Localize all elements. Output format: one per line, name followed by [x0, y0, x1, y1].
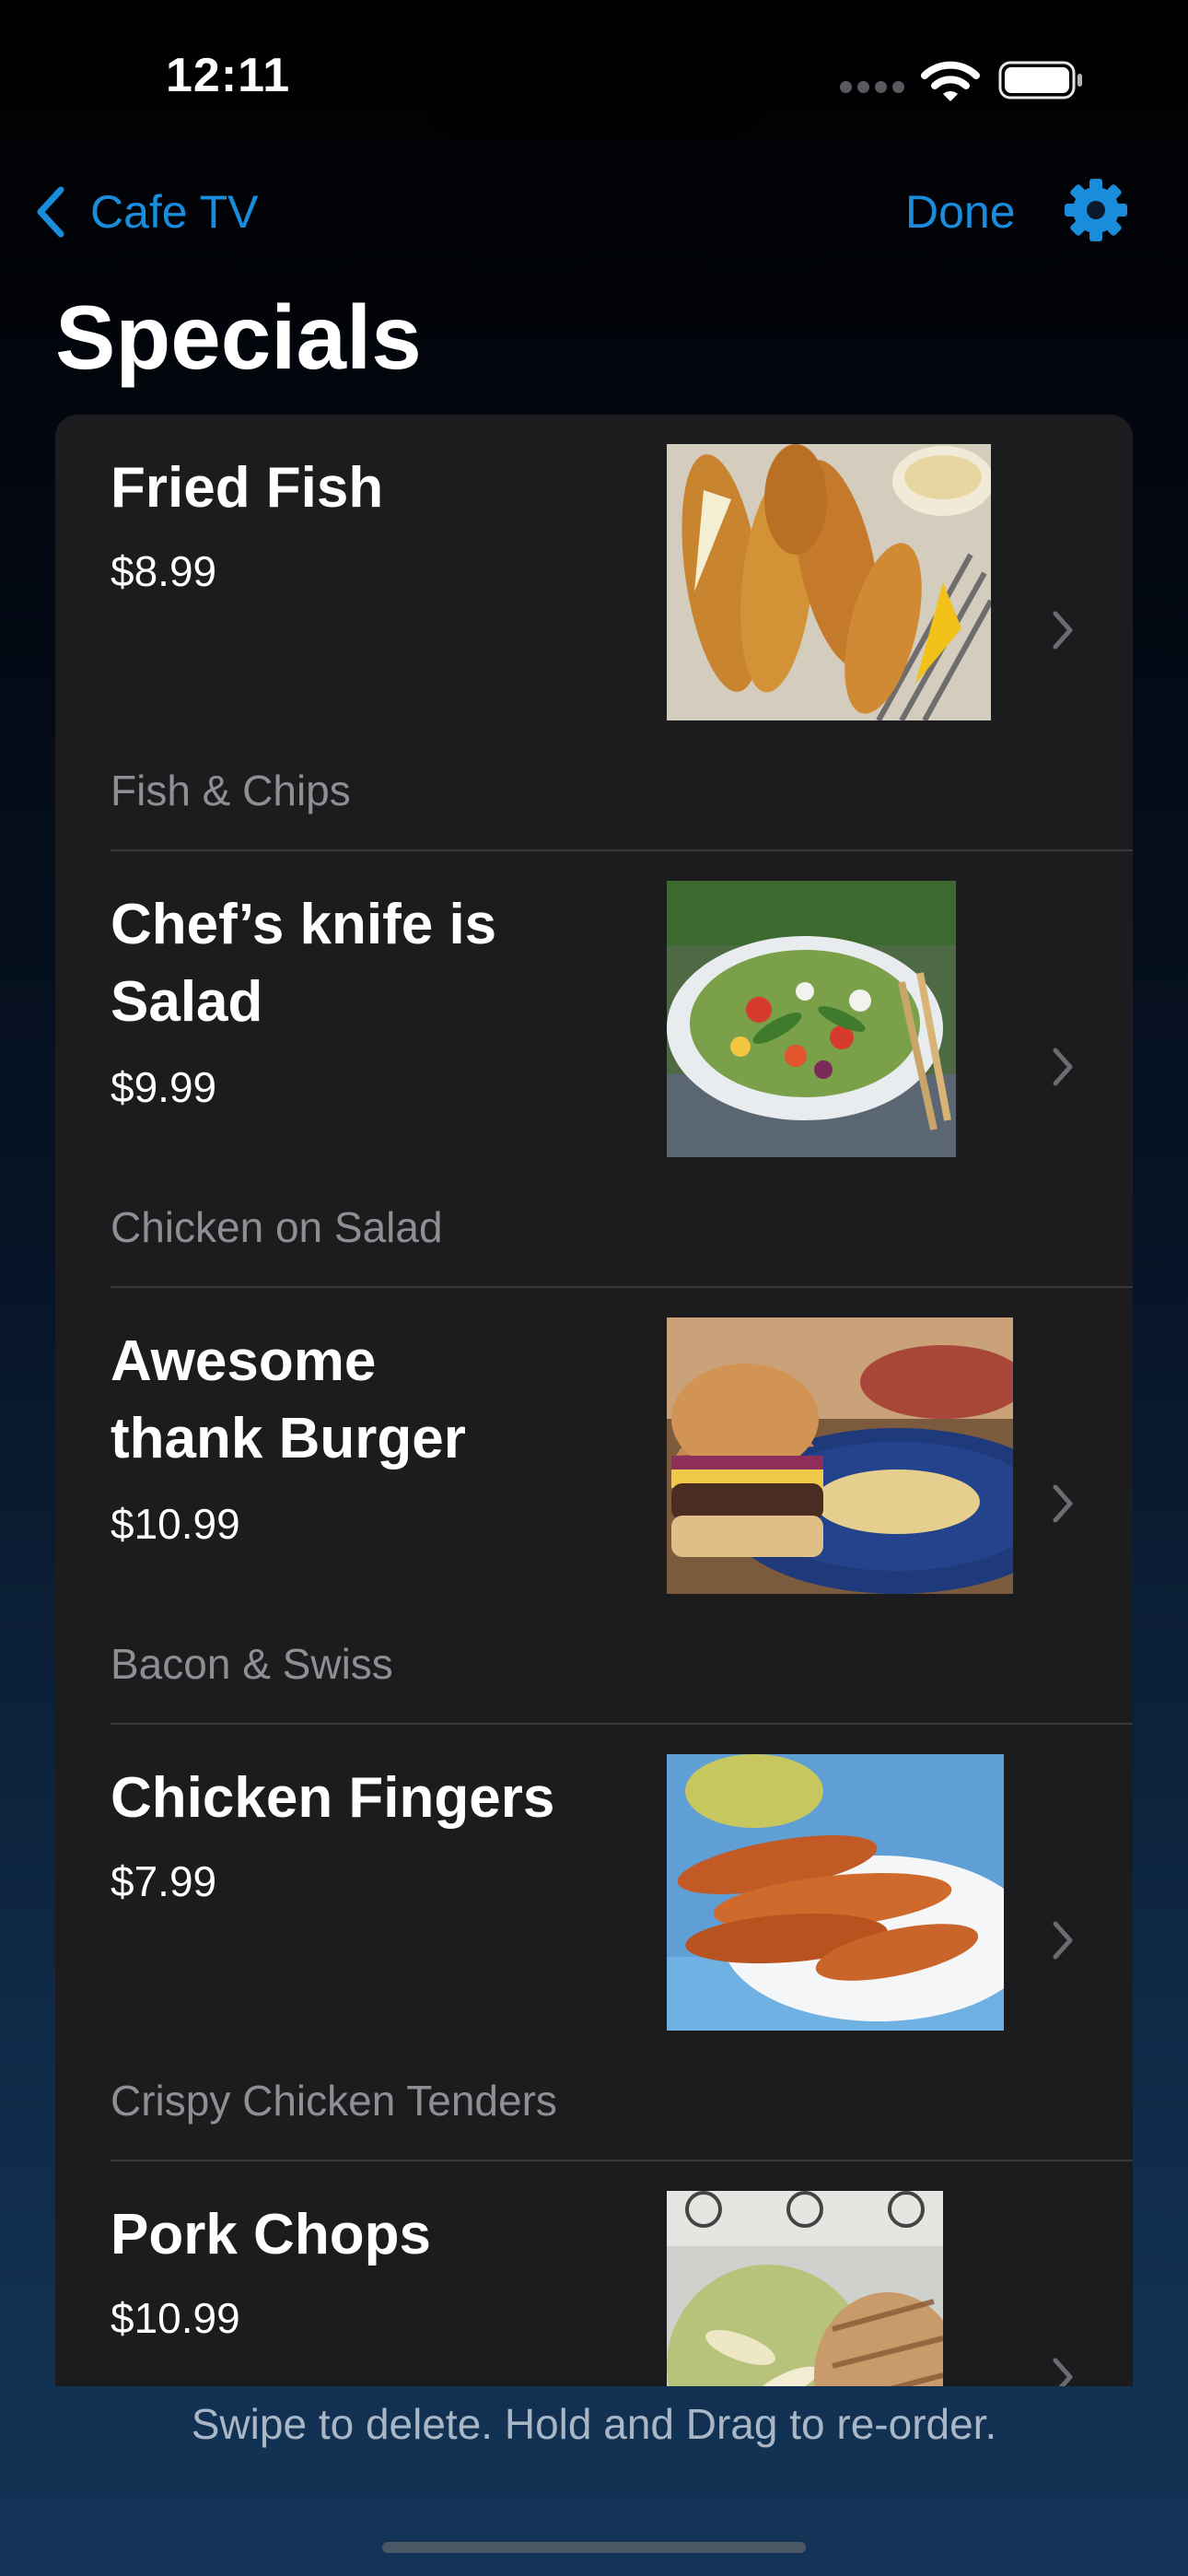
list-item[interactable]: Fried Fish $8.99 Fish & Chips	[55, 415, 1133, 851]
specials-list: Fried Fish $8.99 Fish & Chips Chef’s kni…	[55, 415, 1133, 2386]
list-item[interactable]: Chicken Fingers $7.99 Crispy Chicken Ten…	[55, 1725, 1133, 2161]
chevron-right-icon	[1053, 1048, 1073, 1086]
chevron-right-icon	[1053, 1484, 1073, 1523]
footer-hint: Swipe to delete. Hold and Drag to re-ord…	[191, 2400, 997, 2448]
list-item[interactable]: Pork Chops $10.99	[55, 2161, 1133, 2386]
item-subtitle: Bacon & Swiss	[111, 1640, 393, 1688]
gear-icon[interactable]	[1063, 177, 1129, 243]
pork-chops-photo	[667, 2191, 943, 2386]
chevron-right-icon	[1053, 1921, 1073, 1960]
item-name: Chef’s knife is Salad	[111, 893, 497, 1034]
list-item[interactable]: Chef’s knife is Salad $9.99 Chicken on S…	[55, 851, 1133, 1288]
navigation-bar: Cafe TV Done	[0, 175, 1188, 249]
item-price: $10.99	[111, 1500, 240, 1548]
item-name: Chicken Fingers	[111, 1766, 555, 1830]
fried-fish-photo	[667, 444, 991, 720]
done-button[interactable]: Done	[905, 175, 1016, 249]
battery-icon	[998, 61, 1082, 100]
chevron-left-icon	[37, 186, 64, 238]
item-price: $7.99	[111, 1857, 217, 1905]
page-title: Specials	[55, 287, 422, 388]
status-time: 12:11	[166, 49, 291, 102]
wifi-icon	[921, 61, 980, 101]
chevron-right-icon	[1053, 611, 1073, 650]
status-bar: 12:11	[0, 0, 1188, 166]
item-price: $8.99	[111, 547, 217, 595]
salad-photo	[667, 881, 956, 1157]
cellular-signal-icon	[840, 81, 906, 96]
item-price: $10.99	[111, 2294, 240, 2342]
list-item[interactable]: Awesome thank Burger $10.99 Bacon & Swis…	[55, 1288, 1133, 1725]
chevron-right-icon	[1053, 2358, 1073, 2386]
item-price: $9.99	[111, 1063, 217, 1111]
back-button-label: Cafe TV	[90, 186, 259, 238]
burger-photo	[667, 1317, 1013, 1594]
item-subtitle: Fish & Chips	[111, 767, 351, 814]
item-subtitle: Chicken on Salad	[111, 1203, 443, 1251]
chicken-fingers-photo	[667, 1754, 1004, 2031]
item-name: Fried Fish	[111, 456, 384, 520]
back-button[interactable]: Cafe TV	[33, 175, 259, 249]
home-indicator[interactable]	[382, 2542, 806, 2553]
item-name: Awesome thank Burger	[111, 1329, 466, 1470]
dynamic-island	[419, 33, 769, 136]
item-name: Pork Chops	[111, 2203, 431, 2266]
item-subtitle: Crispy Chicken Tenders	[111, 2077, 557, 2125]
